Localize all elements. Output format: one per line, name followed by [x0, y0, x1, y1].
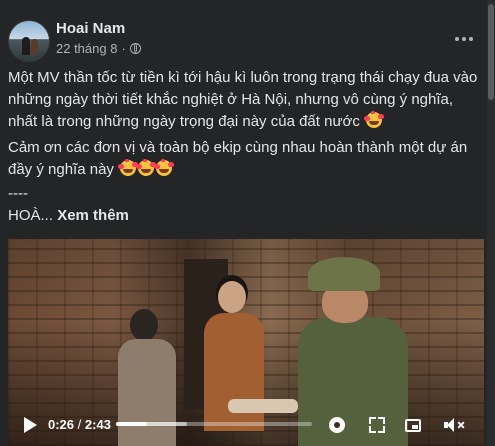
fullscreen-icon[interactable] — [366, 413, 388, 437]
facebook-post: Hoai Nam 22 tháng 8 · Một MV thần tốc từ… — [0, 0, 487, 446]
video-progress-bar[interactable] — [116, 422, 312, 426]
current-time: 0:26 — [48, 417, 75, 432]
more-options-icon[interactable] — [446, 24, 482, 54]
smiling-face-with-hearts-emoji — [136, 160, 155, 176]
globe-icon[interactable] — [129, 43, 141, 54]
more-dot — [469, 37, 473, 41]
smiling-face-with-hearts-emoji — [154, 160, 173, 176]
meta-separator: · — [121, 41, 126, 56]
truncated-text: HOÀ... — [8, 207, 54, 224]
post-separator: ---- — [8, 185, 28, 202]
settings-icon[interactable] — [326, 413, 348, 437]
post-paragraph-1: Một MV thần tốc từ tiền kì tới hậu kì lu… — [8, 67, 484, 133]
smiling-face-with-hearts-emoji — [118, 160, 137, 176]
video-time: 0:26 / 2:43 — [48, 417, 111, 432]
progress-fill — [116, 422, 148, 426]
avatar-figure — [22, 37, 30, 55]
author-name[interactable]: Hoai Nam — [56, 20, 125, 37]
scrollbar-thumb[interactable] — [488, 4, 494, 100]
picture-in-picture-icon[interactable] — [402, 413, 424, 437]
duration: 2:43 — [84, 417, 111, 432]
paragraph-text: Một MV thần tốc từ tiền kì tới hậu kì lu… — [8, 69, 478, 130]
post-paragraph-3: HOÀ... Xem thêm — [8, 205, 484, 227]
avatar-figure — [31, 39, 38, 55]
post-paragraph-2: Cảm ơn các đơn vị và toàn bộ ekip cùng n… — [8, 137, 484, 181]
post-meta: 22 tháng 8 · — [56, 41, 141, 56]
more-dot — [455, 37, 459, 41]
video-frame-figure — [298, 257, 408, 446]
scrollbar[interactable] — [487, 0, 495, 446]
play-icon[interactable] — [20, 413, 40, 437]
video-frame-hands — [228, 399, 298, 413]
video-player[interactable]: 0:26 / 2:43 — [8, 239, 484, 446]
paragraph-text: Cảm ơn các đơn vị và toàn bộ ekip cùng n… — [8, 139, 468, 178]
smiling-face-with-hearts-emoji — [364, 112, 382, 128]
more-dot — [462, 37, 466, 41]
see-more-link[interactable]: Xem thêm — [57, 207, 129, 224]
time-separator: / — [77, 417, 82, 432]
muted-icon[interactable] — [442, 413, 466, 437]
author-avatar[interactable] — [8, 20, 50, 62]
post-date[interactable]: 22 tháng 8 — [56, 41, 117, 56]
